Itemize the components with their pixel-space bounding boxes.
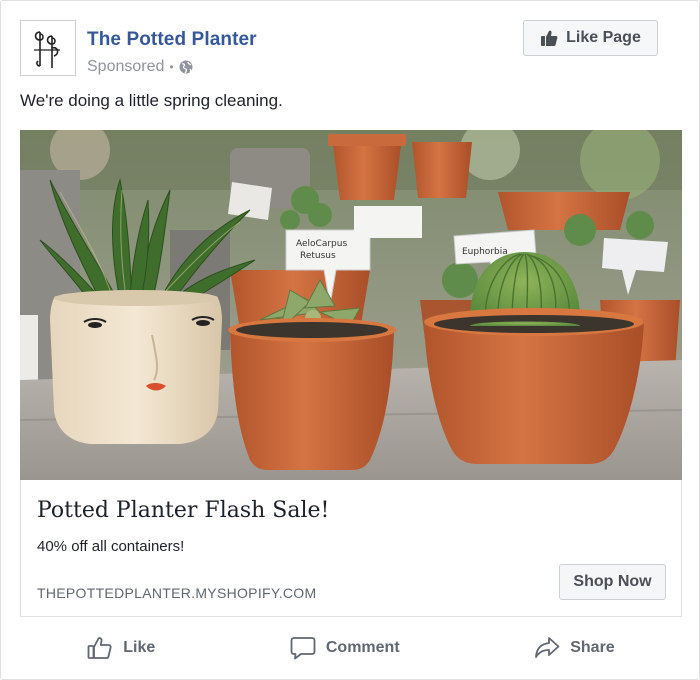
thumbs-up-icon — [541, 30, 558, 46]
shop-now-button[interactable]: Shop Now — [559, 564, 666, 600]
comment-icon — [290, 637, 316, 660]
page-logo-monogram — [34, 31, 60, 68]
like-page-button[interactable]: Like Page — [523, 20, 658, 56]
thumbs-up-outline-icon — [87, 637, 112, 659]
globe-icon — [179, 60, 193, 74]
like-button[interactable]: Like — [87, 636, 155, 660]
page-name-link[interactable]: The Potted Planter — [87, 29, 257, 51]
ad-link-preview[interactable]: Potted Planter Flash Sale! 40% off all c… — [20, 480, 682, 617]
svg-text:Euphorbia: Euphorbia — [462, 247, 508, 257]
ad-description: 40% off all containers! — [37, 538, 185, 555]
like-page-label: Like Page — [566, 29, 641, 46]
svg-text:Retusus: Retusus — [300, 251, 336, 261]
share-arrow-icon — [535, 637, 560, 658]
sponsored-line: Sponsored • — [87, 58, 193, 76]
post-text: We're doing a little spring cleaning. — [20, 91, 283, 110]
potted-plants-photo: AeloCarpus Retusus Euphorbia — [20, 130, 682, 480]
page-logo[interactable] — [20, 20, 76, 76]
comment-label: Comment — [325, 639, 400, 656]
post-action-bar: Like Comment Share — [20, 627, 682, 669]
comment-button[interactable]: Comment — [290, 636, 400, 660]
share-label: Share — [570, 639, 615, 656]
svg-text:AeloCarpus: AeloCarpus — [296, 239, 347, 249]
share-button[interactable]: Share — [534, 636, 615, 660]
like-label: Like — [123, 639, 156, 656]
separator-dot: • — [169, 60, 174, 74]
ad-image[interactable]: AeloCarpus Retusus Euphorbia — [20, 130, 682, 480]
sponsored-post-card: The Potted Planter Sponsored • Like Page… — [0, 0, 700, 680]
ad-title[interactable]: Potted Planter Flash Sale! — [37, 498, 329, 523]
ad-url[interactable]: THEPOTTEDPLANTER.MYSHOPIFY.COM — [37, 585, 316, 601]
sponsored-label: Sponsored — [87, 58, 165, 75]
